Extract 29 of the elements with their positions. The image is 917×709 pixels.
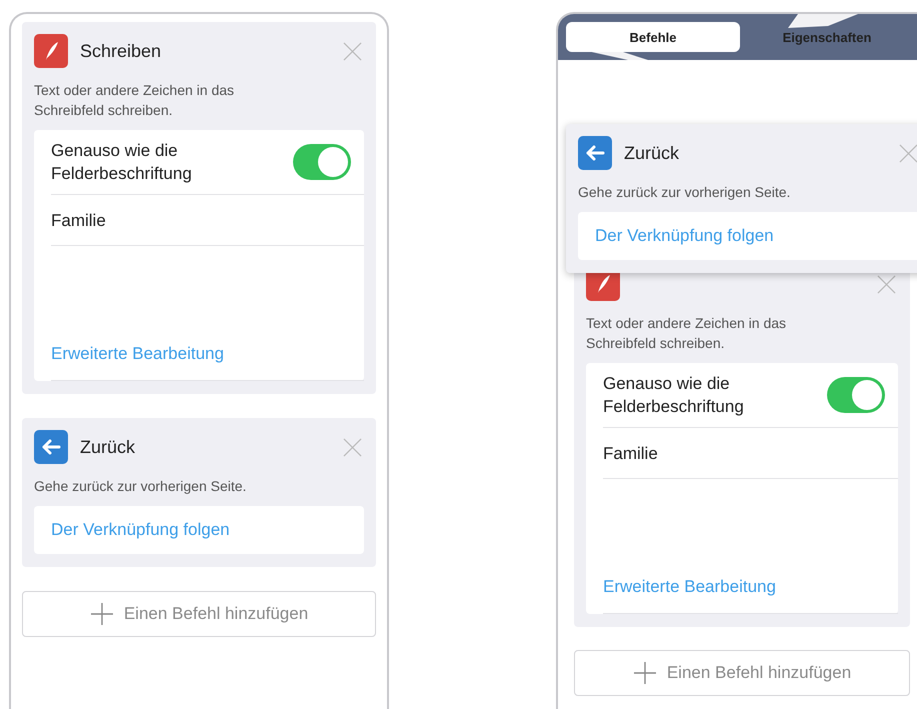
- segment-tab[interactable]: Befehle: [566, 22, 740, 52]
- segment-tab[interactable]: Eigenschaften: [740, 22, 914, 52]
- text-field-value[interactable]: Familie: [603, 442, 658, 464]
- advanced-edit-link[interactable]: Erweiterte Bearbeitung: [603, 577, 776, 597]
- wallpaper-streak-drawing: [788, 14, 858, 28]
- close-icon[interactable]: [343, 42, 362, 60]
- action-title: Zurück: [624, 142, 680, 164]
- action-title: Zurück: [80, 436, 136, 458]
- action-description: Gehe zurück zur vorherigen Seite.: [578, 183, 792, 202]
- plus-icon: [90, 602, 114, 626]
- quill-icon: [34, 34, 68, 68]
- action-title: Schreiben: [80, 40, 162, 62]
- add-action-button[interactable]: Einen Befehl hinzufügen: [22, 591, 376, 637]
- action-description: Text oder andere Zeichen in das Schreibfeld schreiben.: [586, 314, 788, 353]
- toggle-switch[interactable]: [293, 144, 351, 180]
- add-action-button[interactable]: Einen Befehl hinzufügen: [574, 650, 910, 696]
- close-icon[interactable]: [877, 274, 896, 294]
- plus-icon: [632, 661, 657, 685]
- toggle-label: Genauso wie die Felderbeschriftung: [51, 140, 193, 185]
- close-icon[interactable]: [899, 144, 917, 162]
- toggle-switch[interactable]: [827, 377, 885, 413]
- follow-link[interactable]: Der Verknüpfung folgen: [51, 520, 230, 540]
- close-icon[interactable]: [343, 438, 362, 456]
- toggle-label: Genauso wie die Felderbeschriftung: [603, 373, 745, 418]
- advanced-edit-link[interactable]: Erweiterte Bearbeitung: [51, 344, 224, 364]
- action-description: Gehe zurück zur vorherigen Seite.: [34, 477, 248, 496]
- dragged-action-card[interactable]: Zurück Gehe zurück zur vorherigen Seite. Der Verknüpfung folgen: [566, 124, 917, 273]
- action-description: Text oder andere Zeichen in das Schreibfeld schreiben.: [34, 81, 236, 120]
- text-field-value[interactable]: Familie: [51, 208, 106, 232]
